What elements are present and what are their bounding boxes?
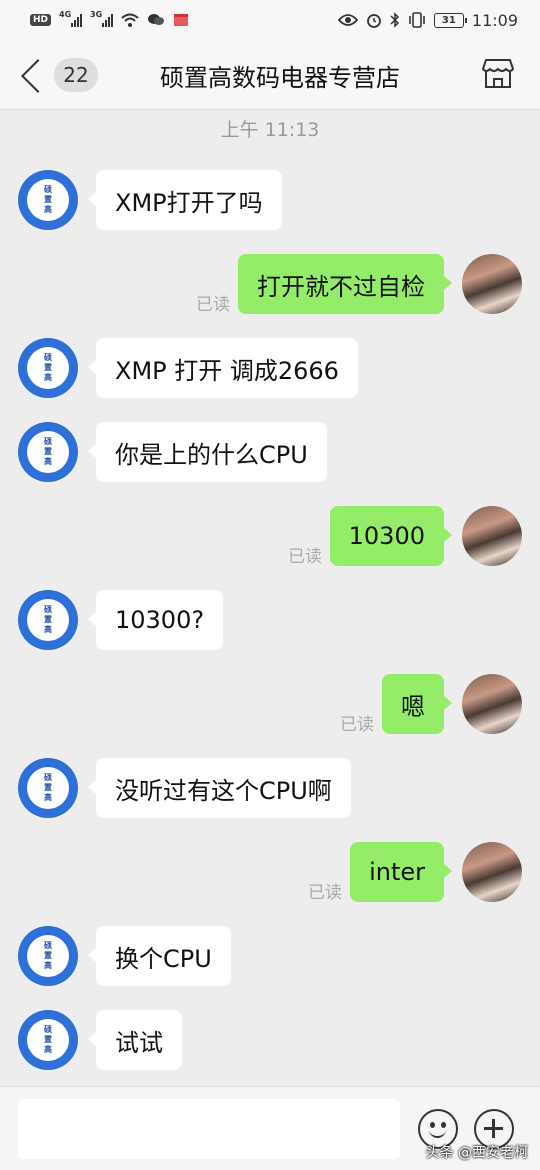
store-avatar[interactable]: 硕置高 — [18, 590, 78, 650]
message-bubble[interactable]: 你是上的什么CPU — [88, 422, 327, 482]
shop-notification-icon — [174, 14, 189, 26]
outgoing-message: 10300 已读 — [0, 506, 540, 568]
store-avatar[interactable]: 硕置高 — [18, 1010, 78, 1070]
message-input[interactable] — [18, 1099, 400, 1159]
watermark: 头条 @西安老柯 — [425, 1145, 528, 1161]
bluetooth-icon — [390, 12, 399, 28]
user-avatar[interactable] — [462, 254, 522, 314]
store-avatar-logo: 硕置高 — [27, 431, 69, 473]
sim1-network-label: 4G — [59, 10, 72, 19]
message-bubble[interactable]: 嗯 — [382, 674, 452, 734]
battery-indicator: 31 — [433, 12, 467, 28]
message-bubble[interactable]: 没听过有这个CPU啊 — [88, 758, 351, 818]
wechat-notification-icon — [148, 14, 165, 25]
store-avatar[interactable]: 硕置高 — [18, 422, 78, 482]
page-title: 硕置高数码电器专营店 — [160, 64, 400, 92]
incoming-message: 硕置高 XMP打开了吗 — [0, 170, 540, 232]
status-time: 11:09 — [471, 10, 518, 30]
outgoing-message: 打开就不过自检 已读 — [0, 254, 540, 316]
incoming-message: 硕置高没听过有这个CPU啊 — [0, 758, 540, 820]
wifi-icon — [121, 13, 139, 27]
store-avatar-logo: 硕置高 — [27, 347, 69, 389]
message-bubble[interactable]: 10300? — [87, 590, 224, 650]
alarm-icon — [366, 14, 381, 28]
message-bubble[interactable]: XMP 打开 调成2666 — [88, 338, 358, 398]
user-avatar[interactable] — [462, 674, 522, 734]
sim2-network-label: 3G — [90, 10, 103, 19]
vibrate-icon — [409, 12, 425, 28]
store-avatar[interactable]: 硕置高 — [18, 926, 78, 986]
outgoing-message: inter 已读 — [0, 842, 540, 904]
back-chevron-icon[interactable] — [16, 56, 46, 96]
message-bubble[interactable]: inter — [350, 842, 452, 902]
chat-timestamp: 上午 11:13 — [220, 119, 320, 141]
store-avatar-logo: 硕置高 — [27, 599, 69, 641]
read-receipt: 已读 — [340, 715, 374, 735]
incoming-message: 硕置高 XMP 打开 调成2666 — [0, 338, 540, 400]
message-bubble[interactable]: 换个CPU — [88, 926, 231, 986]
sim1-signal-icon: 4G — [59, 10, 83, 27]
outgoing-message: 嗯已读 — [0, 674, 540, 736]
hd-badge: HD — [30, 14, 52, 26]
sim2-signal-icon: 3G — [90, 10, 114, 27]
store-avatar[interactable]: 硕置高 — [18, 170, 78, 230]
incoming-message: 硕置高换个CPU — [0, 926, 540, 988]
incoming-message: 硕置高试试 — [0, 1010, 540, 1072]
read-receipt: 已读 — [288, 547, 322, 567]
store-avatar[interactable]: 硕置高 — [18, 758, 78, 818]
read-receipt: 已读 — [308, 883, 342, 903]
read-receipt: 已读 — [196, 295, 230, 315]
store-avatar-logo: 硕置高 — [27, 767, 69, 809]
store-icon[interactable] — [482, 56, 514, 90]
incoming-message: 硕置高你是上的什么CPU — [0, 422, 540, 484]
user-avatar[interactable] — [462, 842, 522, 902]
store-avatar-logo: 硕置高 — [27, 935, 69, 977]
store-avatar-logo: 硕置高 — [27, 179, 69, 221]
unread-count-badge[interactable]: 22 — [54, 58, 98, 92]
store-avatar[interactable]: 硕置高 — [18, 338, 78, 398]
message-bubble[interactable]: 10300 — [329, 506, 453, 566]
message-bubble[interactable]: XMP打开了吗 — [88, 170, 282, 230]
user-avatar[interactable] — [462, 506, 522, 566]
store-avatar-logo: 硕置高 — [27, 1019, 69, 1061]
incoming-message: 硕置高 10300? — [0, 590, 540, 652]
status-bar: HD 4G 3G 31 11:09 — [0, 0, 540, 40]
chat-header: 22 硕置高数码电器专营店 — [0, 40, 540, 110]
message-bubble[interactable]: 试试 — [88, 1010, 182, 1070]
message-bubble[interactable]: 打开就不过自检 — [238, 254, 452, 314]
eye-icon — [337, 14, 358, 26]
